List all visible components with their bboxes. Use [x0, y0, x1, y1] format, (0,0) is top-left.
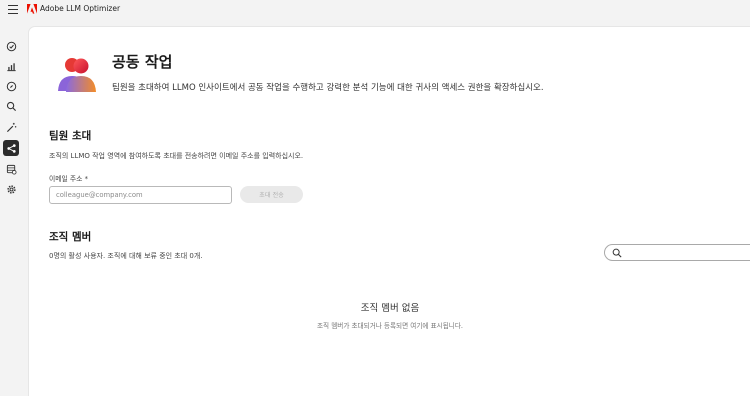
bar-chart-icon [6, 62, 16, 71]
share-icon [6, 143, 16, 153]
invite-description: 조직의 LLMO 작업 영역에 참여하도록 초대를 전송하려면 이메일 주소를 … [49, 152, 304, 160]
team-illustration-icon [58, 58, 96, 92]
members-section-title: 조직 멤버 [49, 231, 92, 243]
members-summary: 0명의 활성 사용자. 조직에 대해 보류 중인 초대 0개. [49, 252, 203, 260]
email-field[interactable] [49, 186, 232, 204]
empty-state-description: 조직 멤버가 초대되거나 등록되면 여기에 표시됩니다. [316, 322, 464, 330]
nav-item-settings[interactable] [3, 181, 19, 197]
app-title: Adobe LLM Optimizer [40, 4, 121, 13]
adobe-logo-icon [27, 4, 37, 14]
data-settings-icon [6, 164, 16, 174]
member-search[interactable] [604, 244, 750, 261]
invite-section-title: 팀원 초대 [49, 130, 92, 142]
nav-item-optimize[interactable] [3, 119, 19, 135]
page-subtitle: 팀원을 초대하여 LLMO 인사이트에서 공동 작업을 수행하고 강력한 분석 … [112, 83, 544, 93]
magic-wand-icon [6, 122, 16, 132]
nav-item-analytics[interactable] [3, 58, 19, 74]
nav-item-data[interactable] [3, 161, 19, 177]
compass-icon [6, 81, 16, 91]
menu-icon[interactable] [8, 5, 18, 15]
nav-item-search[interactable] [3, 98, 19, 114]
search-icon [6, 101, 16, 111]
top-bar: Adobe LLM Optimizer [0, 0, 750, 20]
nav-item-overview[interactable] [3, 38, 19, 54]
nav-item-collaboration[interactable] [3, 140, 19, 156]
empty-state-title: 조직 멤버 없음 [360, 303, 420, 314]
nav-item-explore[interactable] [3, 78, 19, 94]
send-invite-button[interactable]: 초대 전송 [240, 186, 303, 203]
dashboard-check-icon [6, 41, 16, 51]
member-search-input[interactable] [625, 246, 750, 259]
page-title: 공동 작업 [112, 53, 173, 71]
main-content: 공동 작업 팀원을 초대하여 LLMO 인사이트에서 공동 작업을 수행하고 강… [28, 26, 750, 396]
search-icon [612, 248, 622, 258]
gear-icon [6, 184, 16, 194]
email-label: 이메일 주소 * [49, 175, 88, 183]
